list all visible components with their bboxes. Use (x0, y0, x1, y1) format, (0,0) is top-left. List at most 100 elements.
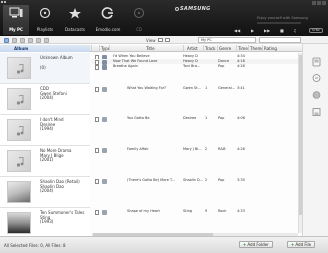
table-row[interactable]: Shape of my Heart Sting 9 Rock 4:33 (91, 209, 302, 215)
file-type-icon (102, 65, 107, 70)
file-count-status: All Selected Files: 0, All Files: 8 (4, 243, 66, 248)
nav-emodio-button[interactable]: Emodio.com (95, 5, 121, 35)
maximize-icon[interactable] (317, 1, 321, 5)
album-cover (7, 88, 31, 110)
album-item[interactable]: I don't Mind Desiree (1994) (0, 115, 90, 146)
table-row[interactable]: Breathe Again Toni Bra... Pop 4:26 (91, 64, 302, 70)
track-number: 2 (205, 147, 208, 151)
folder-icon[interactable] (44, 37, 49, 43)
view-grid-icon[interactable] (164, 38, 170, 42)
add-file-button[interactable]: +Add File (287, 241, 316, 248)
brand-logo: SAMSUNG (175, 6, 211, 12)
file-type-icon (102, 210, 107, 215)
add-icon: + (243, 242, 247, 247)
text-icon[interactable] (36, 37, 41, 43)
previous-icon[interactable]: ◀◀ (234, 29, 240, 33)
device-status-text: Enjoy yourself with Samsung (257, 16, 308, 20)
track-genre: Pop (218, 116, 225, 120)
volume-icon[interactable]: ♫ (293, 29, 297, 33)
playlist-icon (39, 7, 51, 19)
play-icon[interactable]: ▶ (251, 29, 254, 33)
music-icon[interactable] (12, 37, 17, 43)
window-controls (312, 1, 326, 5)
table-row[interactable]: Family Affair Mary J Bl... 2 R&B 4:26 (91, 147, 302, 153)
album-info: Shaolin Dao (Retail) Shaolin Dao (2004) (40, 179, 88, 194)
nav-my-pc-label: My PC (9, 27, 23, 32)
album-list: Unknown Album (0) CDD Gwen Stefani (2004… (0, 53, 90, 239)
track-genre: Pop (218, 64, 225, 68)
view-selector[interactable]: View (146, 37, 170, 43)
close-icon[interactable] (322, 1, 326, 5)
brand-name: SAMSUNG (180, 6, 211, 12)
column-track[interactable]: Track (203, 45, 217, 52)
album-item[interactable]: No More Drama Mary J Blige (2001) (0, 146, 90, 177)
album-year: (2001) (40, 157, 54, 162)
table-row[interactable]: (There's Gotta Be) More T... Shaolin D..… (91, 178, 302, 184)
next-icon[interactable]: ▶▶ (264, 29, 270, 33)
save-icon[interactable] (311, 107, 322, 117)
track-time: 4:33 (237, 209, 245, 213)
album-info: No More Drama Mary J Blige (2001) (40, 148, 88, 163)
transfer-icon[interactable] (311, 73, 322, 83)
album-year: (2004) (40, 95, 54, 100)
track-artist: Desiree (183, 116, 197, 120)
nav-cd-button[interactable]: CD (126, 5, 152, 35)
video-icon[interactable] (28, 37, 33, 43)
track-number: 9 (205, 209, 208, 213)
track-number: 1 (205, 116, 208, 120)
minimize-icon[interactable] (312, 1, 316, 5)
row-checkbox[interactable] (95, 147, 99, 153)
location-field[interactable]: My PC (198, 37, 256, 43)
table-row[interactable]: What You Waiting For? Gwen St... 1 Gener… (91, 86, 302, 92)
add-folder-button[interactable]: +Add Folder (239, 241, 273, 248)
track-time: 4:06 (237, 116, 245, 120)
nav-datacasts-button[interactable]: Datacasts (62, 5, 88, 35)
file-type-icon (102, 117, 107, 122)
track-artist: Toni Bra... (183, 64, 201, 68)
row-checkbox[interactable] (95, 178, 99, 184)
album-title: Unknown Album (40, 55, 73, 60)
column-genre[interactable]: Genre (217, 45, 236, 52)
column-album[interactable]: Album (0, 45, 90, 52)
sync-button[interactable]: SYNC (309, 28, 323, 33)
column-time[interactable]: Time (236, 45, 248, 52)
track-genre: Pop (218, 178, 225, 182)
album-cover-photo (7, 212, 31, 234)
album-item[interactable]: Unknown Album (0) (0, 53, 90, 84)
back-icon[interactable] (4, 37, 9, 43)
album-info: Unknown Album (0) (40, 55, 88, 70)
photo-icon[interactable] (20, 37, 25, 43)
device-icon[interactable] (311, 57, 322, 67)
nav-playlists-button[interactable]: Playlists (32, 5, 58, 35)
table-row[interactable]: You Gotta Be Desiree 1 Pop 4:06 (91, 116, 302, 122)
track-number (205, 64, 217, 69)
stop-icon[interactable]: ■ (280, 29, 284, 33)
row-checkbox[interactable] (95, 64, 99, 70)
column-title[interactable]: Title (109, 45, 183, 52)
device-side-panel (302, 44, 328, 236)
row-checkbox[interactable] (95, 116, 99, 122)
status-bar: All Selected Files: 0, All Files: 8 +Add… (0, 236, 328, 253)
album-artist: (0) (40, 64, 46, 70)
album-item[interactable]: Shaolin Dao (Retail) Shaolin Dao (2004) (0, 177, 90, 208)
column-header-row: Album Type Title Artist Track Genre Time… (0, 45, 302, 52)
track-list: I'd When You Believe Heavy D 4:34 Now Th… (91, 53, 302, 233)
nav-my-pc-button[interactable]: My PC (3, 5, 29, 35)
track-genre: General... (218, 86, 236, 90)
column-rating[interactable]: Rating (262, 45, 298, 52)
column-theme[interactable]: Theme (248, 45, 262, 52)
column-check[interactable] (91, 45, 99, 52)
album-info: Ten Summoner's Tales Sting (1993) (40, 210, 88, 225)
album-item[interactable]: CDD Gwen Stefani (2004) (0, 84, 90, 115)
track-genre: R&B (218, 147, 226, 151)
file-type-icon (102, 148, 107, 153)
column-type[interactable]: Type (99, 45, 109, 52)
info-icon[interactable] (311, 90, 322, 100)
view-list-icon[interactable] (157, 38, 163, 42)
album-item[interactable]: Ten Summoner's Tales Sting (1993) (0, 208, 90, 239)
row-checkbox[interactable] (95, 86, 99, 92)
row-checkbox[interactable] (95, 209, 99, 215)
music-note-icon (16, 157, 24, 167)
column-artist[interactable]: Artist (183, 45, 203, 52)
search-input[interactable] (259, 37, 301, 43)
